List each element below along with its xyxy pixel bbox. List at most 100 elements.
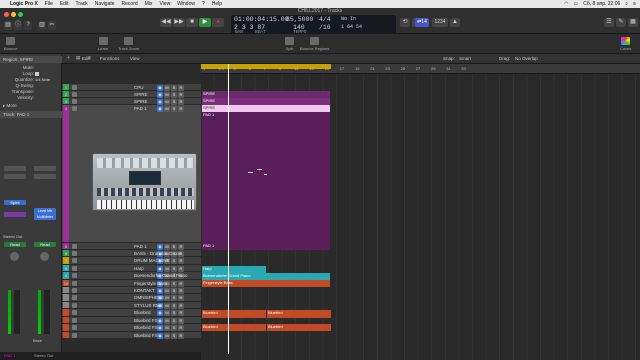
track-header[interactable]: ◉ M S R Bluebird FX [62,317,201,324]
region[interactable]: SPIRE [202,91,330,98]
info-button[interactable]: ⓘ [14,21,22,30]
track-header[interactable]: 3 ◉ M S R SPIRE [62,98,201,105]
track-name[interactable]: Bluebird FX [134,325,158,330]
search-icon[interactable]: ⌕ [625,1,628,7]
pan-knob-2[interactable] [40,252,49,261]
region[interactable]: Bluebird [202,324,266,331]
lcd-display[interactable]: 01:00:04:15.00 2 3 3 87 BAR BEAT 85,5000… [231,15,396,35]
record-enable-button[interactable]: R [178,310,184,316]
solo-button[interactable]: S [171,310,177,316]
drag-select[interactable]: No Overlap [515,56,538,61]
track-header[interactable]: 8 ◉ M S R Harp [62,265,201,272]
menu-navigate[interactable]: Navigate [95,1,115,7]
bounce-tool[interactable]: Bounce [4,37,18,51]
track-name[interactable]: SPIRE [134,92,148,97]
track-name[interactable]: Bluebird FX [134,318,158,323]
track-name[interactable]: BASS - Dramatic Drone [134,251,182,256]
record-enable-button[interactable]: R [178,333,184,339]
arrange-area[interactable]: Snap: Smart Drag: No Overlap 1 1:3 3 5 7 9 11 1… [201,54,640,360]
track-header[interactable]: ◉ M S R Bluebird [62,309,201,317]
region[interactable]: SPIRE [202,98,330,105]
region[interactable]: PAD 1 [202,243,330,250]
power-button[interactable]: ◉ [157,325,163,331]
record-enable-button[interactable]: R [178,106,184,112]
setting-slot[interactable] [4,166,26,171]
input-slot[interactable]: Spire [4,200,26,205]
track-header[interactable]: 2 ◉ M S R SPIRE [62,91,201,98]
mute-button[interactable]: M [164,325,170,331]
list-editors-button[interactable]: ☰ [604,18,614,27]
track-name[interactable]: STYLUS RMX [134,303,163,308]
library-button[interactable]: ▤ [4,21,12,30]
track-header[interactable]: 5 ◉ M S R PAD 1 [62,243,201,250]
track-header[interactable]: ◉ M S R Bluebird FX [62,332,201,339]
snap-select[interactable]: Smart [459,56,471,61]
browser-button[interactable]: ▦ [628,18,638,27]
region[interactable]: Bluebird [202,310,266,318]
track-header[interactable]: 6 ◉ M S R BASS - Dramatic Drone [62,250,201,257]
more-disclosure[interactable]: ▸ More [0,103,62,109]
solo-button[interactable]: S [171,106,177,112]
record-enable-button[interactable]: R [178,295,184,301]
volume-fader-1[interactable] [14,290,20,334]
automation-read-2[interactable]: Read [34,242,56,247]
track-name[interactable]: Harp [134,266,144,271]
audio-fx-slot[interactable] [4,212,26,217]
track-name[interactable]: OMNISPHERE [134,295,164,300]
spire-plugin-window[interactable] [92,153,197,211]
minimize-window-button[interactable] [11,12,16,17]
track-name[interactable]: Fingerstyle Bass [134,281,167,286]
level-meter-plugin[interactable]: Level Mtr MultiMeter [34,208,56,220]
track-name[interactable]: Bluebird FX [134,333,158,338]
track-inspector-header[interactable]: Track: PAD 1 [0,111,62,118]
track-name[interactable]: DRUM MACHINE [134,258,170,263]
play-button[interactable]: ▶ [199,18,211,27]
count-in-button[interactable]: 1234 [432,18,448,27]
menu-file[interactable]: File [45,1,53,7]
track-header[interactable]: ◉ M S R OMNISPHERE [62,294,201,302]
track-name[interactable]: CPU [134,85,144,90]
split-tool[interactable]: Split [285,37,294,51]
cpu-badge[interactable]: ⇄14 [415,18,429,27]
track-zoom-tool[interactable]: Track Zoom [118,37,139,51]
track-list-toggle[interactable]: ▤ [76,55,80,61]
solo-button[interactable]: S [171,325,177,331]
track-header[interactable]: 9 ◉ M S R Boesendorfer Grand Piano [62,272,201,280]
track-header[interactable]: 1 ◉ M S R CPU [62,84,201,91]
menu-mix[interactable]: Mix [145,1,153,7]
battery-icon[interactable]: ▭ [574,1,579,7]
power-button[interactable]: ◉ [157,106,163,112]
metronome-button[interactable]: ▲ [450,18,460,27]
eq-slot-2[interactable] [34,174,56,179]
region-inspector-header[interactable]: Region: SPIRE [0,56,62,63]
close-window-button[interactable] [4,12,9,17]
track-header[interactable]: ◉ M S R KONTAKT [62,287,201,294]
record-enable-button[interactable]: R [178,258,184,264]
track-name[interactable]: SPIRE [134,99,148,104]
solo-button[interactable]: S [171,295,177,301]
menu-record[interactable]: Record [122,1,138,7]
region[interactable]: Harp [202,266,266,273]
track-header[interactable]: 7 ◉ M S R DRUM MACHINE [62,257,201,265]
channel-name-2[interactable]: Stereo Out [34,353,53,358]
channel-name-1[interactable]: PAD 1 [4,353,15,358]
region[interactable]: SPIRE [202,105,330,112]
track-name[interactable]: PAD 1 [134,106,147,111]
menu-view[interactable]: View [159,1,170,7]
forward-button[interactable]: ▶▶ [173,18,185,27]
menu-window[interactable]: Window [177,1,195,7]
mute-button[interactable]: M [164,310,170,316]
menu-extra[interactable]: ? [202,1,205,7]
menu-track[interactable]: Track [75,1,87,7]
edit-menu[interactable]: Edit [82,56,90,61]
plugin-keyboard[interactable] [97,200,194,209]
menu-edit[interactable]: Edit [60,1,69,7]
mute-button[interactable]: M [164,333,170,339]
loop-checkbox[interactable] [35,72,39,76]
solo-button[interactable]: S [171,333,177,339]
add-track-button[interactable]: ＋ [66,55,71,61]
track-header[interactable]: 10 ◉ M S R Fingerstyle Bass [62,280,201,287]
notes-button[interactable]: ✎ [616,18,626,27]
region[interactable]: PAD 1 [202,112,330,250]
record-button[interactable]: ● [212,18,224,27]
